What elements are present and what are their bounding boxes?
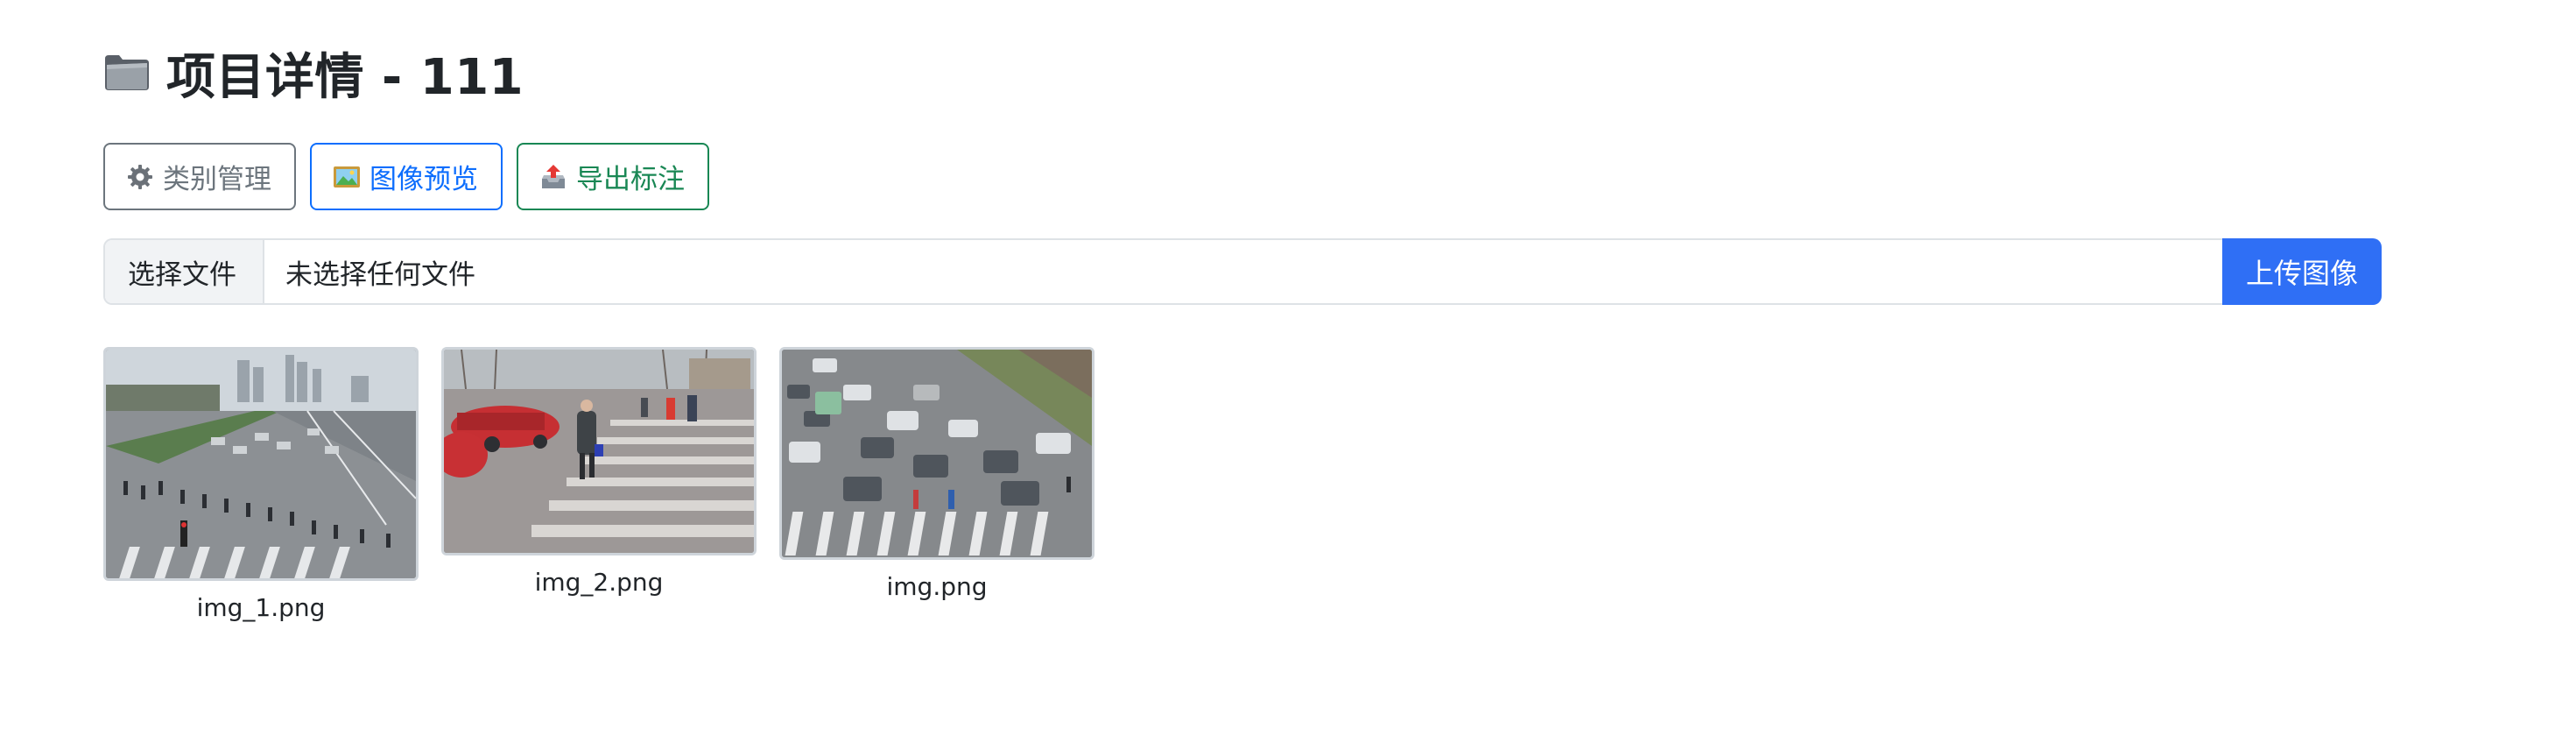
toolbar: 类别管理 图像预览 导出标注 <box>103 143 709 210</box>
image-preview-label: 图像预览 <box>370 164 478 195</box>
outbox-tray-icon <box>539 163 567 191</box>
gear-icon <box>126 163 154 191</box>
image-card[interactable]: img_1.png <box>103 347 419 622</box>
image-filename: img.png <box>886 572 988 601</box>
image-preview-button[interactable]: 图像预览 <box>310 143 503 210</box>
export-annotations-button[interactable]: 导出标注 <box>517 143 709 210</box>
export-annotations-label: 导出标注 <box>576 164 685 195</box>
category-management-label: 类别管理 <box>163 164 271 195</box>
file-input[interactable]: 选择文件 未选择任何文件 <box>103 238 2222 305</box>
page-header: 项目详情 - 111 <box>103 42 524 106</box>
page-title: 项目详情 - 111 <box>166 48 524 106</box>
image-thumbnail[interactable] <box>103 347 419 581</box>
image-thumbnail[interactable] <box>779 347 1094 560</box>
image-thumbnail[interactable] <box>441 347 757 555</box>
picture-icon <box>333 163 361 191</box>
upload-image-button[interactable]: 上传图像 <box>2222 238 2382 305</box>
choose-file-button[interactable]: 选择文件 <box>105 240 264 303</box>
image-filename: img_1.png <box>196 593 326 622</box>
folder-icon <box>103 53 151 92</box>
file-status-text: 未选择任何文件 <box>285 258 475 291</box>
image-card[interactable]: img.png <box>779 347 1094 601</box>
image-card[interactable]: img_2.png <box>441 347 757 597</box>
image-filename: img_2.png <box>534 568 664 597</box>
upload-group: 选择文件 未选择任何文件 上传图像 <box>103 238 2382 305</box>
category-management-button[interactable]: 类别管理 <box>103 143 296 210</box>
image-gallery: img_1.png img_2.png img.png <box>103 347 1094 622</box>
